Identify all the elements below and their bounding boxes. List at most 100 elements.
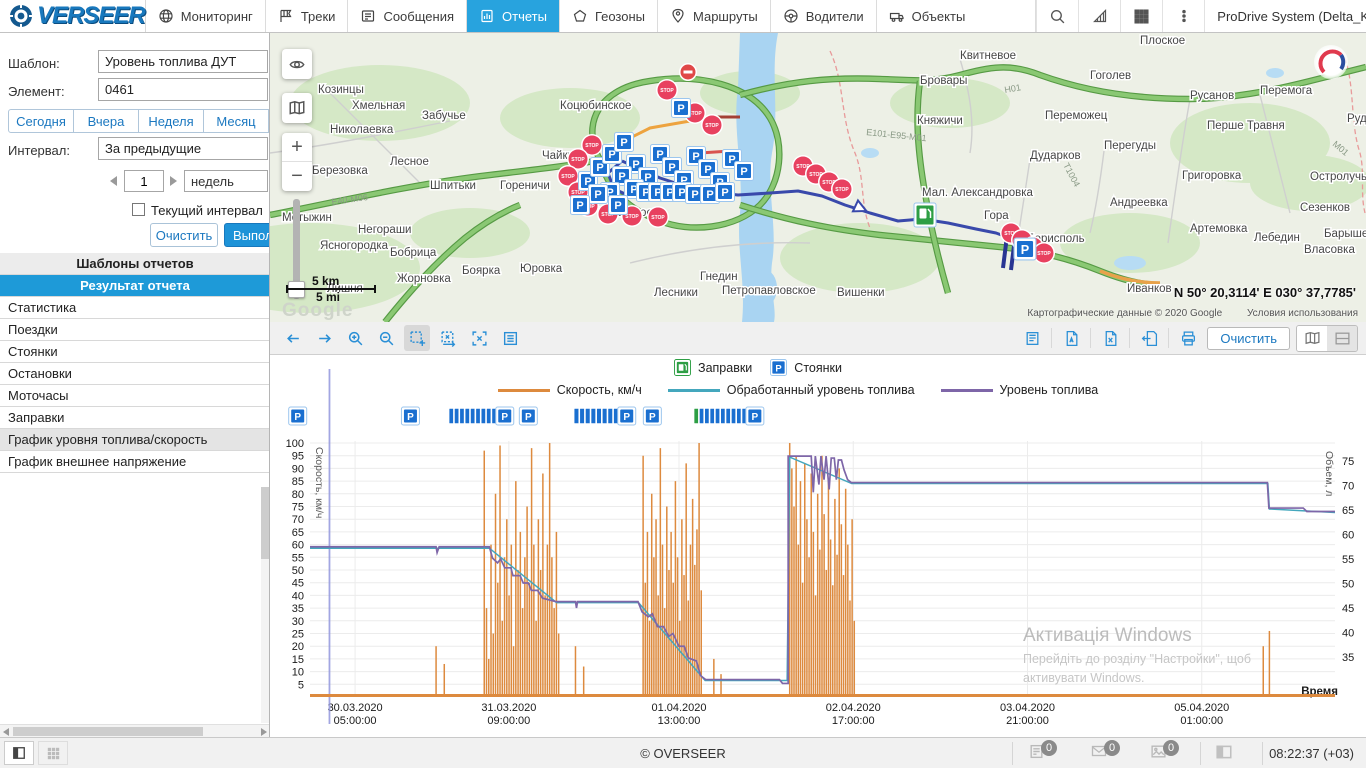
clear-button[interactable]: Очистить (150, 223, 218, 247)
run-button[interactable]: Выполнить (224, 223, 270, 247)
map-layers-button[interactable] (282, 93, 312, 123)
period-button-0[interactable]: Сегодня (8, 109, 74, 133)
svg-text:75: 75 (292, 502, 304, 514)
report-list-item[interactable]: Моточасы (0, 385, 270, 407)
zoom-in-button[interactable]: + (282, 133, 312, 162)
report-list-item[interactable]: График уровня топлива/скорость (0, 429, 270, 451)
mail-notifications[interactable]: 0 (1090, 743, 1120, 759)
map-stop-marker[interactable]: STOP (647, 206, 669, 228)
legend-list-button[interactable] (497, 325, 523, 351)
map-view-button[interactable] (1297, 326, 1327, 351)
parking-marker[interactable]: P (289, 407, 307, 425)
scrollbar-thumb[interactable] (13, 727, 203, 736)
nav-item-tracks[interactable]: Треки (266, 0, 349, 32)
nav-item-reports[interactable]: Отчеты (467, 0, 560, 32)
map-parking-marker[interactable]: P (735, 162, 754, 181)
report-list-item[interactable]: Шаблоны отчетов (0, 253, 270, 275)
scroll-right-arrow[interactable] (261, 728, 267, 736)
zoom-out-button[interactable] (373, 325, 399, 351)
map-parking-marker[interactable]: P (589, 185, 608, 204)
nav-item-drivers[interactable]: Водители (771, 0, 877, 32)
attribution-text: Картографические данные © 2020 Google (1027, 308, 1222, 319)
zoom-select-button[interactable] (404, 325, 430, 351)
map-parking-marker[interactable]: P (571, 196, 590, 215)
image-notifications[interactable]: 0 (1150, 743, 1179, 760)
period-button-3[interactable]: Месяц (203, 109, 269, 133)
report-view-button[interactable] (1019, 325, 1045, 351)
report-list-item[interactable]: Результат отчета (0, 275, 270, 297)
nav-item-monitoring[interactable]: Мониторинг (146, 0, 266, 32)
period-button-1[interactable]: Вчера (73, 109, 139, 133)
parking-marker[interactable]: P (643, 407, 661, 425)
map-svg[interactable]: Н01Т1004E101-E95-M01E40-M06M01КозинцыХме… (270, 33, 1366, 322)
report-list-item[interactable]: Заправки (0, 407, 270, 429)
doc-notifications[interactable]: 0 (1028, 743, 1057, 760)
chart-clear-button[interactable]: Очистить (1207, 327, 1290, 350)
period-button-2[interactable]: Неделя (138, 109, 204, 133)
interval-unit-select[interactable]: недель (184, 170, 268, 192)
print-button[interactable] (1175, 325, 1201, 351)
interval-increase-arrow[interactable] (170, 176, 177, 186)
map-panel[interactable]: Н01Т1004E101-E95-M01E40-M06M01КозинцыХме… (270, 33, 1366, 322)
map-parking-marker[interactable]: P (672, 99, 691, 118)
pdf-button[interactable] (1058, 325, 1084, 351)
map-parking-marker[interactable]: P (609, 196, 628, 215)
nav-item-messages[interactable]: Сообщения (348, 0, 467, 32)
zoom-out-button[interactable]: − (282, 162, 312, 191)
nav-item-routes[interactable]: Маршруты (658, 0, 771, 32)
scrollbar-thumb[interactable] (261, 487, 269, 559)
more-button[interactable] (1162, 0, 1204, 32)
report-list-item[interactable]: Остановки (0, 363, 270, 385)
map-visibility-button[interactable] (282, 49, 312, 79)
pan-right-button[interactable] (311, 325, 337, 351)
svg-text:55: 55 (1342, 554, 1354, 566)
no-entry-marker[interactable] (679, 63, 697, 81)
parking-marker[interactable]: P (401, 407, 419, 425)
nav-item-objects[interactable]: Объекты (877, 0, 1037, 32)
map-stop-marker[interactable]: STOP (831, 178, 853, 200)
parking-marker-row: PPPPPPP (289, 407, 764, 425)
parking-marker[interactable]: P (618, 407, 636, 425)
map-parking-marker[interactable]: P (1014, 238, 1036, 260)
map-parking-marker[interactable]: P (716, 183, 735, 202)
template-input[interactable] (98, 50, 268, 73)
report-list-item[interactable]: Поездки (0, 319, 270, 341)
terms-link[interactable]: Условия использования (1247, 308, 1358, 319)
interval-decrease-arrow[interactable] (110, 176, 117, 186)
split-view-button[interactable] (1327, 326, 1357, 351)
fit-screen-button[interactable] (466, 325, 492, 351)
chart-body[interactable]: 1009590858075706560555045403530252015105… (270, 355, 1366, 737)
report-list-item[interactable]: Статистика (0, 297, 270, 319)
zoom-x-button[interactable] (435, 325, 461, 351)
fuel-station-marker[interactable] (914, 203, 936, 227)
pan-left-button[interactable] (280, 325, 306, 351)
excel-button[interactable] (1097, 325, 1123, 351)
current-interval-checkbox[interactable] (132, 203, 145, 216)
parking-marker[interactable]: P (519, 407, 537, 425)
measure-button[interactable] (1078, 0, 1120, 32)
nav-item-geozones[interactable]: Геозоны (560, 0, 658, 32)
search-button[interactable] (1036, 0, 1078, 32)
apps-button[interactable] (1120, 0, 1162, 32)
sidebar-vertical-scrollbar[interactable] (261, 487, 269, 723)
zoom-in-button[interactable] (342, 325, 368, 351)
map-stop-marker[interactable]: STOP (656, 79, 678, 101)
scroll-left-arrow[interactable] (3, 728, 9, 736)
export-button[interactable] (1136, 325, 1162, 351)
chart-svg[interactable]: 1009590858075706560555045403530252015105… (270, 355, 1366, 737)
svg-text:STOP: STOP (1037, 251, 1051, 257)
element-input[interactable] (98, 78, 268, 101)
interval-count-input[interactable] (124, 170, 164, 192)
panel-layout-button[interactable] (1215, 743, 1233, 761)
report-list-item[interactable]: Стоянки (0, 341, 270, 363)
account-menu[interactable]: ProDrive System (Delta_Kiev) (1204, 0, 1366, 32)
parking-marker[interactable]: P (496, 407, 514, 425)
report-list-item[interactable]: График внешнее напряжение (0, 451, 270, 473)
interval-select[interactable] (98, 137, 268, 160)
map-canvas[interactable]: Н01Т1004E101-E95-M01E40-M06M01КозинцыХме… (270, 33, 1366, 322)
sidebar-horizontal-scrollbar[interactable] (0, 724, 270, 737)
parking-marker[interactable]: P (746, 407, 764, 425)
map-parking-marker[interactable]: P (615, 133, 634, 152)
overseer-logo[interactable]: VERSEER (0, 0, 146, 32)
map-stop-marker[interactable]: STOP (701, 114, 723, 136)
